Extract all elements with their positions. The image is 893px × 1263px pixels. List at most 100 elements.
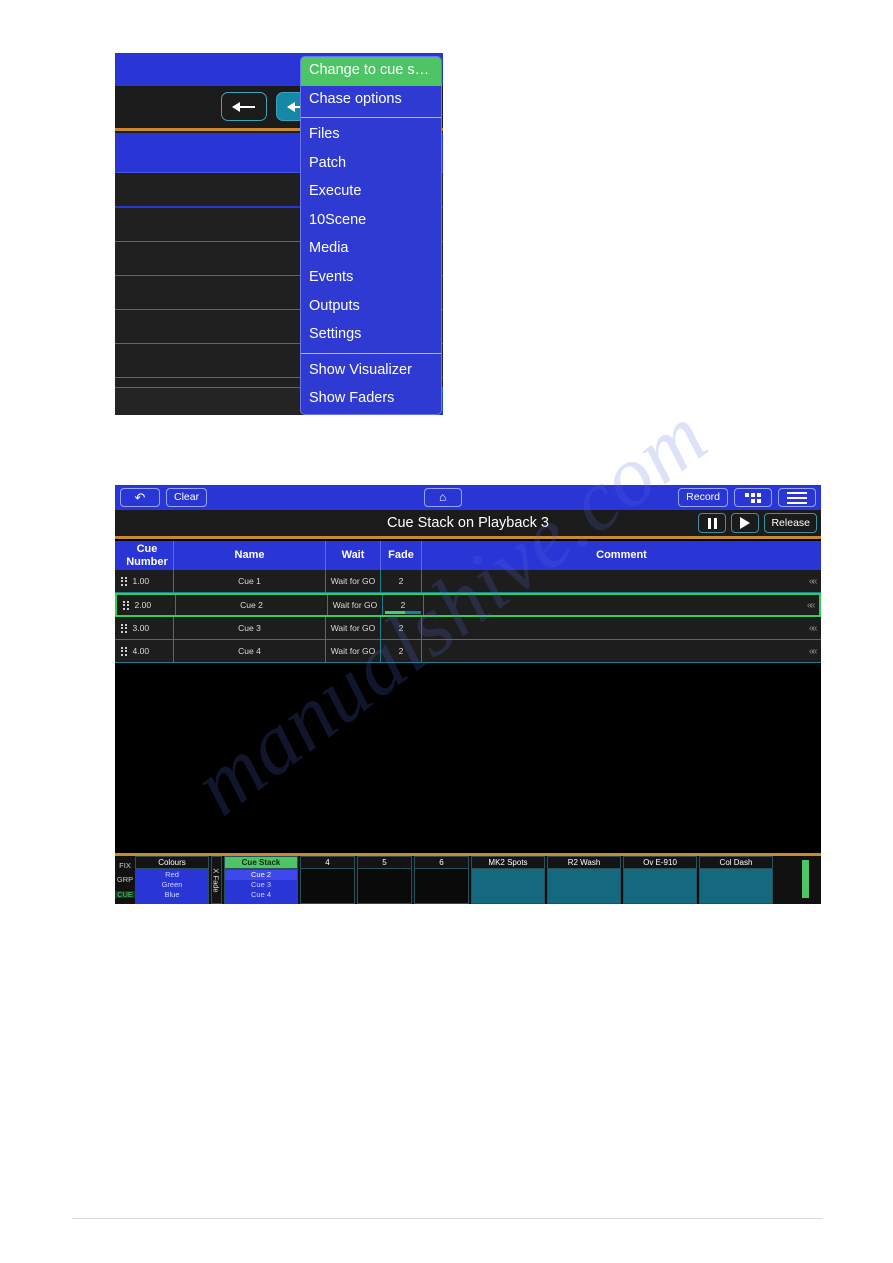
cell-wait[interactable]: Wait for GO: [326, 570, 381, 592]
cell-comment[interactable]: ««: [424, 595, 819, 615]
side-label-grp[interactable]: GRP: [115, 876, 135, 884]
cell-wait[interactable]: Wait for GO: [326, 640, 381, 662]
fader-bank[interactable]: 5: [357, 856, 412, 904]
menu-item-show-visualizer[interactable]: Show Visualizer: [301, 357, 441, 386]
fader-bank-item[interactable]: Cue 4: [251, 890, 271, 900]
row-collapse-chevron-icon[interactable]: ««: [809, 576, 818, 587]
cell-cue-number[interactable]: 3.00: [115, 617, 174, 639]
table-row[interactable]: 2.00 Cue 2 Wait for GO 2 ««: [115, 593, 821, 617]
row-collapse-chevron-icon[interactable]: ««: [807, 600, 816, 611]
menu-item-execute[interactable]: Execute: [301, 178, 441, 207]
page-title: Cue Stack on Playback 3: [386, 515, 549, 531]
play-button[interactable]: [731, 513, 760, 533]
side-label-fix[interactable]: FIX: [115, 862, 135, 870]
cell-name[interactable]: Cue 3: [174, 617, 326, 639]
cue-number-text: 3.00: [132, 623, 150, 633]
menu-item-patch[interactable]: Patch: [301, 150, 441, 179]
drag-handle-icon[interactable]: [121, 623, 127, 633]
play-icon: [740, 517, 751, 529]
cell-comment[interactable]: ««: [422, 570, 821, 592]
menu-item-10scene[interactable]: 10Scene: [301, 207, 441, 236]
cell-wait[interactable]: Wait for GO: [326, 617, 381, 639]
drag-handle-icon[interactable]: [121, 576, 127, 586]
fader-bank-body[interactable]: [415, 869, 468, 903]
cell-name[interactable]: Cue 4: [174, 640, 326, 662]
pause-button[interactable]: [698, 513, 727, 533]
cell-fade[interactable]: 2: [383, 595, 424, 615]
column-header-cue-number-label: Cue Number: [126, 543, 168, 568]
fader-bank-item[interactable]: Blue: [164, 890, 179, 900]
fader-bank-body[interactable]: Red Green Blue: [136, 869, 208, 903]
fader-bank[interactable]: Ov E-910: [623, 856, 697, 904]
fader-bank-item[interactable]: Cue 3: [251, 880, 271, 890]
cell-cue-number[interactable]: 1.00: [115, 570, 174, 592]
page-footer-rule: [72, 1218, 822, 1219]
cell-fade[interactable]: 2: [381, 570, 422, 592]
fader-bank-body[interactable]: [624, 869, 696, 903]
row-collapse-chevron-icon[interactable]: ««: [809, 623, 818, 634]
home-button[interactable]: ⌂: [423, 488, 462, 507]
column-header-cue-number: Cue Number: [115, 541, 174, 570]
cell-name[interactable]: Cue 1: [174, 570, 326, 592]
fader-bank[interactable]: MK2 Spots: [471, 856, 545, 904]
fader-bank[interactable]: Colours Red Green Blue: [135, 856, 209, 904]
row-collapse-chevron-icon[interactable]: ««: [809, 646, 818, 657]
cell-cue-number[interactable]: 2.00: [117, 595, 176, 615]
fader-bank-title: MK2 Spots: [472, 857, 544, 869]
title-divider: [115, 536, 821, 539]
table-row[interactable]: 3.00 Cue 3 Wait for GO 2 ««: [115, 617, 821, 640]
fader-bank[interactable]: Cue Stack Cue 2 Cue 3 Cue 4: [224, 856, 298, 904]
fader-bank-body[interactable]: [472, 869, 544, 903]
figure-menu-screenshot: Record «« ««: [115, 53, 443, 415]
table-row[interactable]: 4.00 Cue 4 Wait for GO 2 ««: [115, 640, 821, 663]
menu-item-files[interactable]: Files: [301, 121, 441, 150]
back-button[interactable]: ↶: [120, 488, 160, 507]
release-button[interactable]: Release: [764, 513, 817, 533]
column-header-fade: Fade: [381, 541, 422, 570]
menu-item-events[interactable]: Events: [301, 264, 441, 293]
playback-controls: Release: [698, 513, 817, 533]
table-row[interactable]: 1.00 Cue 1 Wait for GO 2 ««: [115, 570, 821, 593]
back-button[interactable]: [221, 92, 267, 121]
cell-fade[interactable]: 2: [381, 617, 422, 639]
fader-bank-item[interactable]: Red: [165, 870, 179, 880]
cell-wait[interactable]: Wait for GO: [328, 595, 383, 615]
drag-handle-icon[interactable]: [123, 600, 129, 610]
fader-bank-item[interactable]: Cue 2: [225, 870, 297, 881]
menu-item-settings[interactable]: Settings: [301, 321, 441, 350]
fader-bank[interactable]: Col Dash: [699, 856, 773, 904]
grid-view-button[interactable]: [734, 488, 773, 507]
fader-bank-body[interactable]: Cue 2 Cue 3 Cue 4: [225, 869, 297, 903]
cell-comment[interactable]: ««: [422, 640, 821, 662]
main-menu-button[interactable]: [778, 488, 817, 507]
main-dropdown-menu: Change to cue sta... Chase options Files…: [300, 56, 442, 415]
menu-item-outputs[interactable]: Outputs: [301, 293, 441, 322]
fader-bank-area: FIX GRP CUE Colours Red Green Blue X Fade Cue…: [115, 856, 821, 904]
menu-item-change-to-cue-stack[interactable]: Change to cue sta...: [301, 57, 441, 86]
fader-bank-title: Colours: [136, 857, 208, 869]
fader-bank-body[interactable]: [548, 869, 620, 903]
fader-columns: Colours Red Green Blue X Fade Cue Stack Cue 2C…: [135, 856, 821, 904]
menu-separator: [301, 352, 441, 354]
master-fader-indicator[interactable]: [802, 860, 809, 898]
column-header-comment: Comment: [596, 549, 647, 562]
record-button[interactable]: Record: [678, 488, 729, 507]
side-label-cue[interactable]: CUE: [115, 891, 135, 899]
menu-item-media[interactable]: Media: [301, 235, 441, 264]
fader-bank[interactable]: 6: [414, 856, 469, 904]
menu-item-chase-options[interactable]: Chase options: [301, 86, 441, 115]
fader-bank-body[interactable]: [700, 869, 772, 903]
menu-item-show-faders[interactable]: Show Faders: [301, 385, 441, 414]
fader-bank-body[interactable]: [358, 869, 411, 903]
fader-bank-body[interactable]: [301, 869, 354, 903]
fader-bank-item[interactable]: Green: [162, 880, 183, 890]
cell-comment[interactable]: ««: [422, 617, 821, 639]
fader-bank[interactable]: 4: [300, 856, 355, 904]
cell-fade[interactable]: 2: [381, 640, 422, 662]
cell-cue-number[interactable]: 4.00: [115, 640, 174, 662]
fader-bank[interactable]: R2 Wash: [547, 856, 621, 904]
drag-handle-icon[interactable]: [121, 646, 127, 656]
cell-name[interactable]: Cue 2: [176, 595, 328, 615]
hamburger-icon: [787, 491, 808, 504]
clear-button[interactable]: Clear: [166, 488, 208, 507]
